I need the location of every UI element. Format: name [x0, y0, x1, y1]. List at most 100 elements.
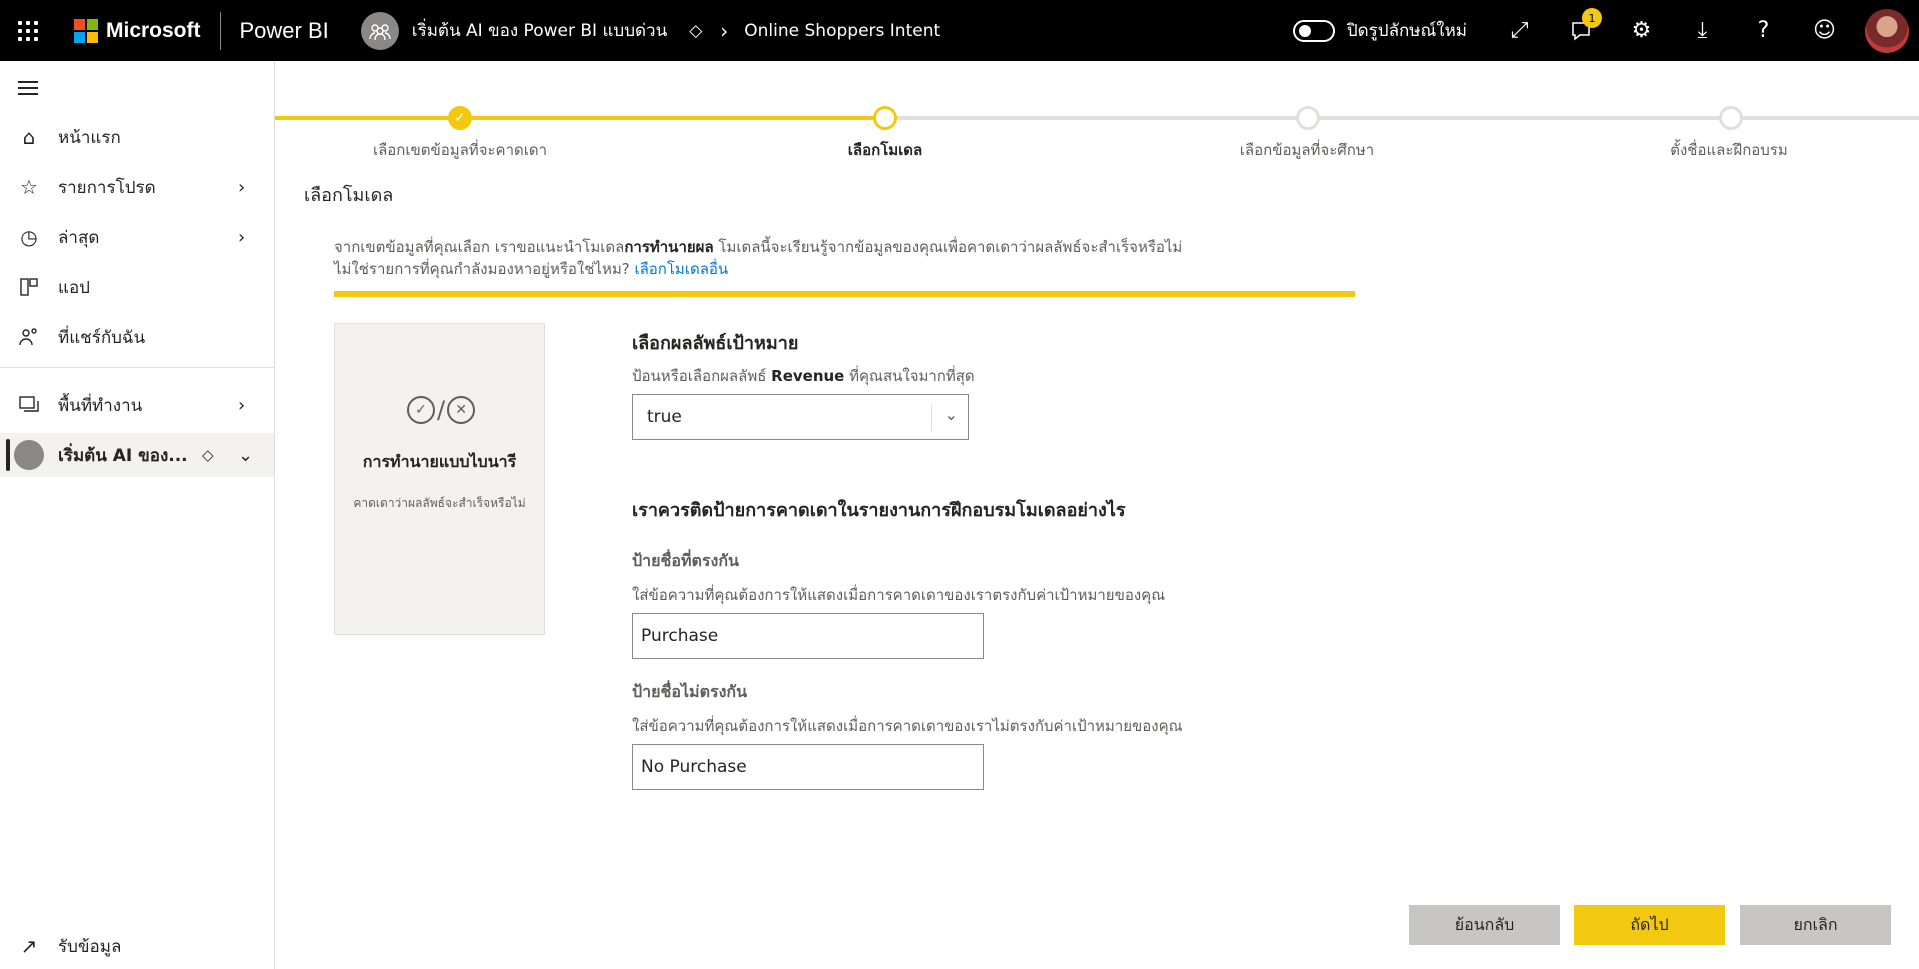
nomatch-label-input[interactable]: [632, 744, 984, 790]
nav-workspaces[interactable]: พื้นที่ทำงาน ›: [0, 383, 274, 427]
chevron-right-icon[interactable]: ›: [238, 395, 245, 416]
back-button[interactable]: ย้อนกลับ: [1409, 905, 1560, 945]
nomatch-label-helper: ใส่ข้อความที่คุณต้องการให้แสดงเมื่อการคา…: [632, 717, 1183, 735]
nav-current-workspace-label: เริ่มต้น AI ของ...: [58, 445, 188, 466]
binary-icon-group: ✓ / ✕: [407, 396, 476, 424]
model-card-title: การทำนายแบบไบนารี: [362, 452, 517, 471]
step-2-label: เลือกโมเดล: [847, 141, 923, 159]
workspaces-icon: [18, 394, 40, 416]
breadcrumb-chevron-icon: ›: [720, 18, 729, 43]
brand-label: Microsoft: [106, 18, 201, 42]
notifications-icon[interactable]: 1: [1550, 0, 1611, 61]
wizard-stepper: ✓ เลือกเขตข้อมูลที่จะคาดเดา เลือกโมเดล เ…: [275, 61, 1919, 161]
target-outcome-value: true: [647, 407, 682, 427]
intro-part2: โมเดลนี้จะเรียนรู้จากข้อมูลของคุณเพื่อคา…: [713, 238, 1183, 256]
target-outcome-heading: เลือกผลลัพธ์เป้าหมาย: [632, 333, 799, 354]
match-label-input[interactable]: [632, 613, 984, 659]
step-1-label: เลือกเขตข้อมูลที่จะคาดเดา: [372, 141, 548, 159]
nav-get-data[interactable]: ↗ รับข้อมูล: [0, 928, 274, 964]
nav-divider: [0, 367, 274, 368]
left-nav: ⌂ หน้าแรก ☆ รายการโปรด › ◷ ล่าสุด › แอป …: [0, 61, 275, 969]
new-look-toggle[interactable]: [1292, 19, 1335, 42]
nomatch-label-title: ป้ายชื่อไม่ตรงกัน: [632, 682, 747, 701]
dropdown-separator: [931, 405, 932, 431]
step-4-circle: [1719, 106, 1743, 130]
breadcrumb-workspace[interactable]: เริ่มต้น AI ของ Power BI แบบด่วน: [412, 17, 667, 44]
notification-badge: 1: [1582, 8, 1602, 28]
settings-gear-icon[interactable]: ⚙: [1611, 0, 1672, 61]
intro-text: จากเขตข้อมูลที่คุณเลือก เราขอแนะนำโมเดลก…: [334, 236, 1334, 280]
target-helper-pre: ป้อนหรือเลือกผลลัพธ์: [632, 367, 772, 385]
target-outcome-helper: ป้อนหรือเลือกผลลัพธ์ Revenue ที่คุณสนใจม…: [632, 364, 975, 388]
nav-get-data-label: รับข้อมูล: [58, 936, 122, 957]
target-field-name: Revenue: [771, 367, 845, 385]
slash-icon: /: [437, 396, 446, 424]
header-actions: ปิดรูปลักษณ์ใหม่ ⤢ 1 ⚙ ⤓ ? ☺: [1292, 0, 1919, 61]
nav-current-workspace[interactable]: เริ่มต้น AI ของ... ◇ ⌄: [0, 433, 274, 477]
nav-apps-label: แอป: [58, 277, 90, 298]
feedback-smiley-icon[interactable]: ☺: [1794, 0, 1855, 61]
chevron-down-icon[interactable]: ⌄: [238, 445, 253, 466]
step-2-circle: [873, 106, 897, 130]
step-1-check-icon: ✓: [448, 106, 472, 130]
chevron-down-icon[interactable]: ⌄: [945, 405, 958, 424]
intro-accent-bar: [334, 291, 1355, 297]
premium-diamond-icon: ◇: [202, 446, 214, 464]
cancel-button[interactable]: ยกเลิก: [1740, 905, 1891, 945]
labels-heading: เราควรติดป้ายการคาดเดาในรายงานการฝึกอบรม…: [632, 500, 1126, 521]
microsoft-logo-icon: [74, 18, 98, 43]
new-look-toggle-label: ปิดรูปลักษณ์ใหม่: [1346, 21, 1467, 41]
nav-shared-label: ที่แชร์กับฉัน: [58, 327, 146, 348]
target-helper-post: ที่คุณสนใจมากที่สุด: [844, 367, 975, 385]
header-divider: [219, 11, 221, 50]
step-3-label: เลือกข้อมูลที่จะศึกษา: [1239, 141, 1375, 159]
help-icon[interactable]: ?: [1733, 0, 1794, 61]
top-bar: Microsoft Power BI เริ่มต้น AI ของ Power…: [0, 0, 1919, 61]
x-circle-icon: ✕: [447, 396, 476, 424]
apps-icon: [18, 276, 40, 298]
stepper-remaining-track: [885, 116, 1919, 120]
clock-icon: ◷: [20, 225, 38, 249]
chevron-right-icon[interactable]: ›: [238, 177, 245, 198]
nav-home[interactable]: ⌂ หน้าแรก: [0, 115, 274, 159]
product-name[interactable]: Power BI: [240, 18, 329, 44]
check-circle-icon: ✓: [407, 396, 435, 424]
user-avatar[interactable]: [1865, 8, 1909, 53]
microsoft-logo[interactable]: Microsoft: [74, 18, 201, 43]
chevron-right-icon[interactable]: ›: [238, 227, 245, 248]
nav-home-label: หน้าแรก: [58, 127, 121, 148]
app-launcher-icon[interactable]: [0, 0, 56, 61]
hamburger-menu-icon[interactable]: [18, 81, 38, 99]
stepper-progress-track: [275, 116, 885, 120]
download-icon[interactable]: ⤓: [1672, 0, 1733, 61]
home-icon: ⌂: [22, 125, 36, 149]
workspace-avatar-icon: [14, 440, 44, 470]
binary-prediction-card[interactable]: ✓ / ✕ การทำนายแบบไบนารี คาดเดาว่าผลลัพธ์…: [334, 323, 545, 635]
intro-model-name: การทำนายผล: [624, 238, 714, 256]
choose-other-model-link[interactable]: เลือกโมเดลอื่น: [634, 260, 728, 278]
nav-favorites-label: รายการโปรด: [58, 177, 156, 198]
premium-diamond-icon: ◇: [689, 20, 703, 41]
step-3-circle: [1296, 106, 1320, 130]
next-button[interactable]: ถัดไป: [1574, 905, 1725, 945]
target-outcome-dropdown[interactable]: true ⌄: [632, 394, 969, 440]
arrow-up-right-icon: ↗: [20, 934, 38, 958]
nav-recent-label: ล่าสุด: [58, 227, 100, 248]
workspace-people-icon: [360, 11, 399, 50]
intro-line2: ไม่ใช่รายการที่คุณกำลังมองหาอยู่หรือใช่ไ…: [334, 260, 635, 278]
nav-recent[interactable]: ◷ ล่าสุด ›: [0, 215, 274, 259]
breadcrumb-current[interactable]: Online Shoppers Intent: [744, 21, 940, 41]
nav-workspaces-label: พื้นที่ทำงาน: [58, 395, 143, 416]
nav-apps[interactable]: แอป: [0, 265, 274, 309]
expand-icon[interactable]: ⤢: [1489, 0, 1550, 61]
star-icon: ☆: [20, 175, 38, 199]
step-4-label: ตั้งชื่อและฝึกอบรม: [1670, 141, 1788, 159]
model-card-description: คาดเดาว่าผลลัพธ์จะสำเร็จหรือไม่: [353, 496, 526, 510]
page-title: เลือกโมเดล: [304, 185, 394, 206]
intro-part1: จากเขตข้อมูลที่คุณเลือก เราขอแนะนำโมเดล: [334, 238, 625, 256]
match-label-title: ป้ายชื่อที่ตรงกัน: [632, 551, 739, 570]
shared-icon: [18, 326, 40, 348]
nav-shared[interactable]: ที่แชร์กับฉัน: [0, 315, 274, 359]
match-label-helper: ใส่ข้อความที่คุณต้องการให้แสดงเมื่อการคา…: [632, 586, 1166, 604]
nav-favorites[interactable]: ☆ รายการโปรด ›: [0, 165, 274, 209]
